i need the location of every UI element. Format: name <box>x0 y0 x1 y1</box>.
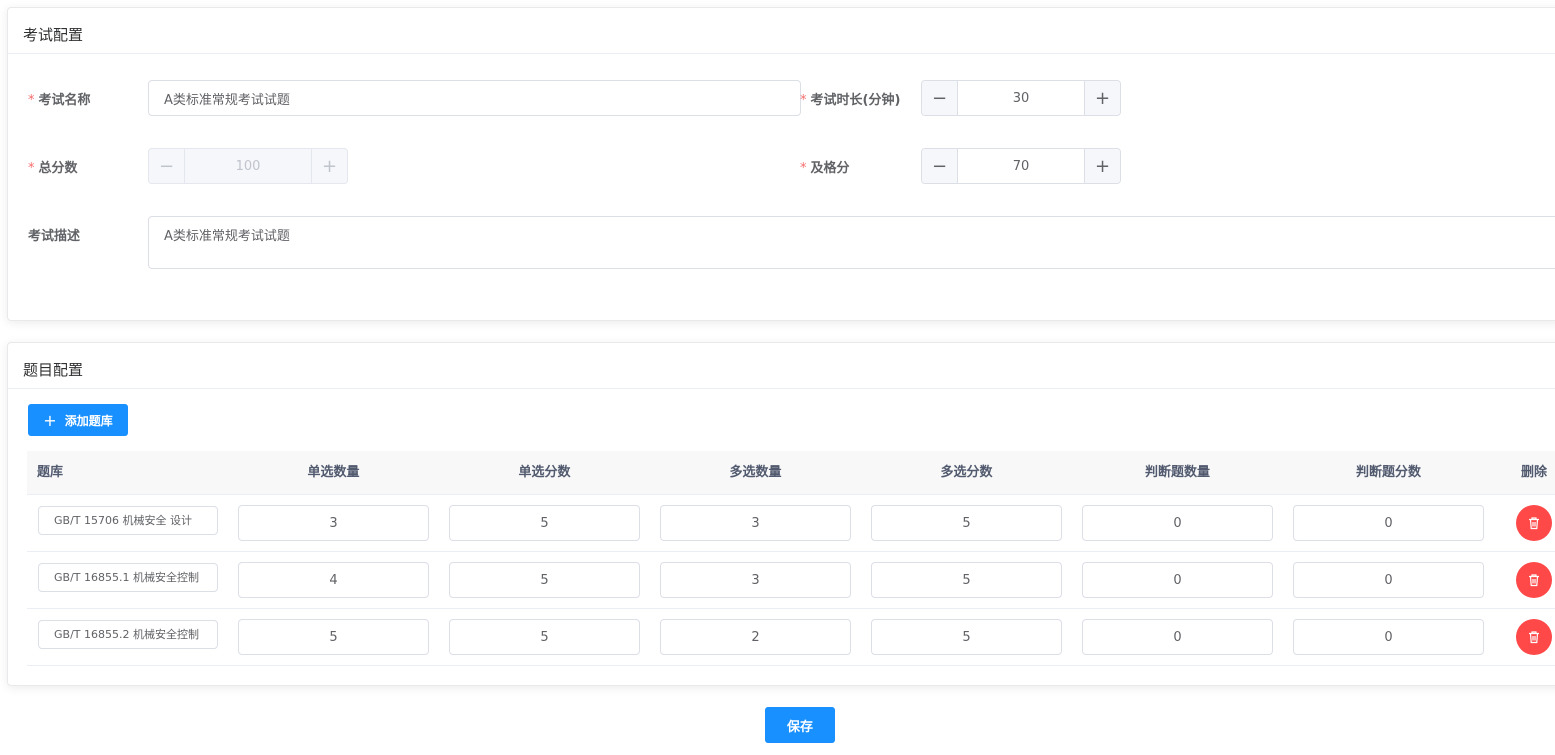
col-delete: 删除 <box>1520 465 1547 480</box>
minus-icon: − <box>149 149 185 183</box>
exam-name-label: * 考试名称 <box>28 93 91 108</box>
exam-config-title: 考试配置 <box>8 8 1555 54</box>
col-bank: 题库 <box>37 465 64 480</box>
table-row: GB/T 15706 机械安全 设计 3 5 3 5 0 0 <box>27 495 1555 552</box>
exam-config-card: 考试配置 * 考试名称 A类标准常规考试试题 * 考试时长(分钟) − 30 + *… <box>7 7 1555 321</box>
judge-count-input[interactable]: 0 <box>1082 619 1273 655</box>
exam-duration-value[interactable]: 30 <box>958 81 1084 115</box>
add-bank-button[interactable]: + 添加题库 <box>28 404 128 436</box>
plus-icon: + <box>311 149 347 183</box>
multi-count-input[interactable]: 3 <box>660 505 851 541</box>
col-single-score: 单选分数 <box>518 465 571 480</box>
single-score-input[interactable]: 5 <box>449 505 640 541</box>
pass-score-label: * 及格分 <box>800 161 850 176</box>
pass-score-stepper[interactable]: − 70 + <box>921 148 1121 184</box>
plus-icon: + <box>43 410 57 430</box>
trash-icon <box>1529 574 1539 587</box>
plus-icon[interactable]: + <box>1084 81 1120 115</box>
exam-name-input[interactable]: A类标准常规考试试题 <box>148 80 801 116</box>
exam-desc-textarea[interactable]: A类标准常规考试试题 <box>148 216 1555 269</box>
plus-icon[interactable]: + <box>1084 149 1120 183</box>
bank-name-input[interactable]: GB/T 16855.2 机械安全控制 <box>38 620 218 649</box>
col-multi-count: 多选数量 <box>729 465 782 480</box>
delete-button[interactable] <box>1516 619 1552 655</box>
multi-count-input[interactable]: 2 <box>660 619 851 655</box>
col-multi-score: 多选分数 <box>940 465 993 480</box>
judge-score-input[interactable]: 0 <box>1293 505 1484 541</box>
multi-score-input[interactable]: 5 <box>871 619 1062 655</box>
multi-score-input[interactable]: 5 <box>871 562 1062 598</box>
trash-icon <box>1529 517 1539 530</box>
bank-name-input[interactable]: GB/T 16855.1 机械安全控制 <box>38 563 218 592</box>
minus-icon[interactable]: − <box>922 149 958 183</box>
total-score-stepper: − 100 + <box>148 148 348 184</box>
multi-count-input[interactable]: 3 <box>660 562 851 598</box>
exam-duration-stepper[interactable]: − 30 + <box>921 80 1121 116</box>
delete-button[interactable] <box>1516 562 1552 598</box>
col-judge-score: 判断题分数 <box>1355 465 1421 480</box>
question-config-title: 题目配置 <box>8 343 1555 389</box>
table-header: 题库 单选数量 单选分数 多选数量 多选分数 判断题数量 判断题分数 删除 <box>27 451 1555 495</box>
table-row: GB/T 16855.1 机械安全控制 4 5 3 5 0 0 <box>27 552 1555 609</box>
judge-score-input[interactable]: 0 <box>1293 619 1484 655</box>
save-button[interactable]: 保存 <box>765 707 835 743</box>
col-judge-count: 判断题数量 <box>1144 465 1210 480</box>
exam-desc-label: 考试描述 <box>28 229 81 244</box>
pass-score-value[interactable]: 70 <box>958 149 1084 183</box>
judge-count-input[interactable]: 0 <box>1082 562 1273 598</box>
total-score-value: 100 <box>235 158 261 174</box>
bank-name-input[interactable]: GB/T 15706 机械安全 设计 <box>38 506 218 535</box>
minus-icon[interactable]: − <box>922 81 958 115</box>
single-score-input[interactable]: 5 <box>449 562 640 598</box>
question-config-card: 题目配置 + 添加题库 题库 单选数量 单选分数 多选数量 多选分数 判断题数量… <box>7 342 1555 686</box>
judge-score-input[interactable]: 0 <box>1293 562 1484 598</box>
table-row: GB/T 16855.2 机械安全控制 5 5 2 5 0 0 <box>27 609 1555 666</box>
single-count-input[interactable]: 5 <box>238 619 429 655</box>
judge-count-input[interactable]: 0 <box>1082 505 1273 541</box>
trash-icon <box>1529 631 1539 644</box>
total-score-label: * 总分数 <box>28 161 78 176</box>
exam-duration-label: * 考试时长(分钟) <box>800 93 901 108</box>
col-single-count: 单选数量 <box>307 465 360 480</box>
multi-score-input[interactable]: 5 <box>871 505 1062 541</box>
single-count-input[interactable]: 3 <box>238 505 429 541</box>
single-count-input[interactable]: 4 <box>238 562 429 598</box>
delete-button[interactable] <box>1516 505 1552 541</box>
single-score-input[interactable]: 5 <box>449 619 640 655</box>
